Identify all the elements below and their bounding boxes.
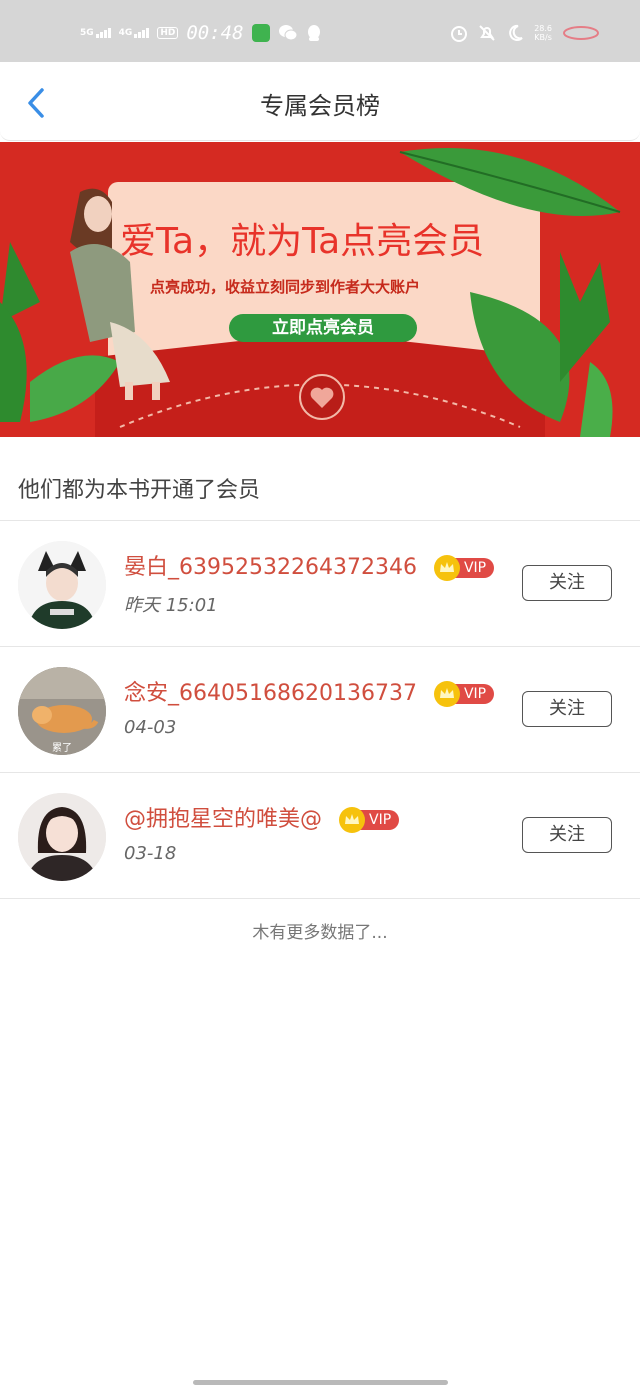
alarm-icon (451, 26, 468, 42)
signal-bars-icon (95, 28, 111, 38)
vip-badge: VIP (433, 681, 495, 707)
member-date: 03-18 (124, 843, 177, 864)
net2-label: 4G (118, 28, 133, 38)
banner-subtitle: 点亮成功，收益立刻同步到作者大大账户 (150, 278, 421, 296)
follow-button[interactable]: 关注 (522, 691, 612, 727)
avatar[interactable] (18, 541, 106, 629)
section-title: 他们都为本书开通了会员 (18, 478, 261, 503)
speed-value: 28.6 (534, 24, 552, 33)
wechat-icon (278, 25, 298, 41)
network-speed: 28.6 KB/s (534, 24, 552, 42)
member-name[interactable]: 晏白_63952532264372346 (124, 555, 417, 580)
page-title: 专属会员榜 (260, 92, 380, 120)
app-notification-icon (251, 24, 270, 42)
member-row[interactable]: 晏白_63952532264372346 VIP 昨天 15:01 关注 (0, 521, 640, 646)
crown-icon (339, 807, 366, 833)
clock: 00:48 (186, 22, 244, 44)
member-name-wrap: @拥抱星空的唯美@ VIP (124, 801, 400, 833)
promo-banner[interactable]: 爱Ta，就为Ta点亮会员 点亮成功，收益立刻同步到作者大大账户 立即点亮会员 (0, 142, 640, 437)
qq-icon (307, 25, 320, 41)
member-row[interactable]: 累了 念安_66405168620136737 VIP 04-03 关注 (0, 647, 640, 772)
signal-5g: 5G (80, 28, 111, 38)
follow-button[interactable]: 关注 (522, 565, 612, 601)
hd-icon: HD (157, 27, 179, 39)
member-name[interactable]: @拥抱星空的唯美@ (124, 807, 322, 832)
avatar-girl-image (18, 793, 106, 881)
signal-bars-icon (134, 28, 150, 38)
vip-badge: VIP (339, 807, 400, 833)
no-more-data-text: 木有更多数据了... (252, 923, 388, 943)
crown-icon (433, 555, 460, 581)
net1-label: 5G (80, 28, 94, 38)
avatar[interactable]: 累了 (18, 667, 106, 755)
signal-4g: 4G (119, 28, 150, 38)
crown-icon (433, 681, 460, 707)
member-date: 昨天 15:01 (124, 595, 218, 616)
mute-bell-icon (479, 25, 495, 41)
vip-badge: VIP (433, 555, 495, 581)
avatar-caption: 累了 (52, 743, 72, 754)
member-date: 04-03 (124, 717, 177, 738)
avatar[interactable] (18, 793, 106, 881)
status-left: 5G 4G HD 00:48 (80, 22, 322, 44)
status-right: 28.6 KB/s (450, 24, 600, 42)
divider (0, 898, 640, 899)
member-name-wrap: 晏白_63952532264372346 VIP (124, 549, 495, 581)
light-up-vip-button[interactable]: 立即点亮会员 (229, 314, 417, 342)
battery-cloud-icon (563, 26, 599, 40)
moon-icon (509, 24, 523, 41)
avatar-boy-image (18, 541, 106, 629)
speed-unit: KB/s (534, 33, 552, 42)
status-bar: 5G 4G HD 00:48 28.6 KB/s (0, 0, 640, 62)
member-row[interactable]: @拥抱星空的唯美@ VIP 03-18 关注 (0, 773, 640, 898)
home-indicator[interactable] (193, 1380, 448, 1385)
member-name[interactable]: 念安_66405168620136737 (124, 681, 417, 706)
banner-headline: 爱Ta，就为Ta点亮会员 (120, 221, 485, 262)
nav-header: 专属会员榜 (0, 62, 640, 141)
member-name-wrap: 念安_66405168620136737 VIP (124, 675, 495, 707)
follow-button[interactable]: 关注 (522, 817, 612, 853)
